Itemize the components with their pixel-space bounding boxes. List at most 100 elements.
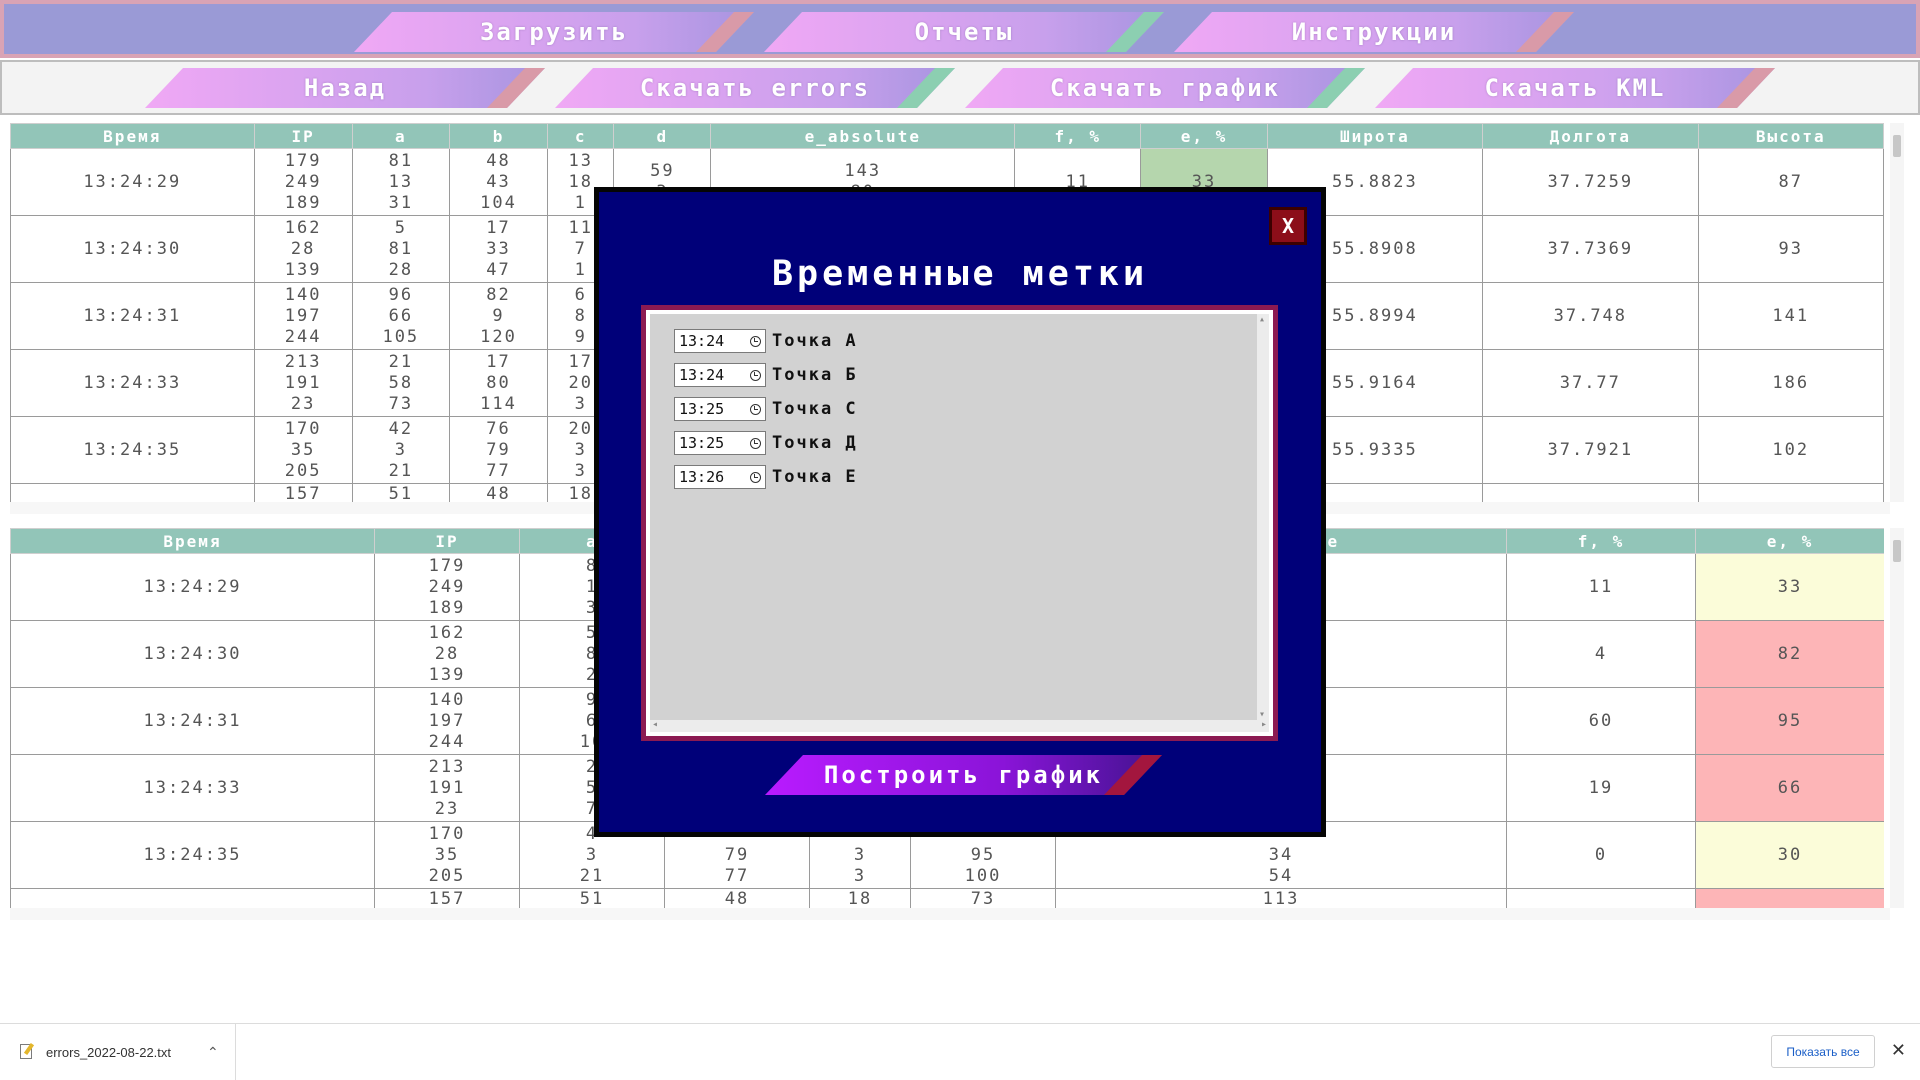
column-header: IP	[253, 123, 353, 149]
top-nav-bar: Загрузить Отчеты Инструкции	[0, 0, 1920, 58]
clock-icon[interactable]	[750, 437, 761, 449]
table-cell: 13:24:29	[10, 148, 255, 216]
time-value: 13:24	[679, 332, 725, 350]
table-cell: 73	[910, 888, 1056, 908]
clock-icon[interactable]	[750, 335, 761, 347]
column-header: e_absolute	[710, 123, 1016, 149]
timepoint-label: Точка А	[772, 331, 858, 351]
chevron-up-icon[interactable]: ⌃	[207, 1044, 219, 1061]
column-header: Широта	[1266, 123, 1484, 149]
table-cell: 13:24:30	[10, 215, 255, 283]
table-cell: 170 35 205	[374, 821, 520, 889]
table-bottom-horizontal-scrollbar[interactable]	[10, 908, 1890, 920]
table-cell: 48	[448, 483, 549, 502]
nav-second-button-1[interactable]: Назад	[145, 68, 545, 108]
nav-second-button-label: Скачать график	[1049, 74, 1281, 102]
column-header: f, %	[1014, 123, 1142, 149]
nav-top-button-3[interactable]: Инструкции	[1174, 12, 1574, 52]
time-value: 13:25	[679, 434, 725, 452]
table-cell: 30	[1695, 821, 1884, 889]
table-cell: 60	[1506, 687, 1696, 755]
column-header: f, %	[1506, 528, 1696, 554]
time-value: 13:25	[679, 400, 725, 418]
table-cell	[10, 483, 255, 502]
table-cell: 13:24:29	[10, 553, 375, 621]
table-cell: 81 13 31	[351, 148, 450, 216]
downloads-bar: errors_2022-08-22.txt ⌃ Показать все ✕	[0, 1023, 1920, 1080]
nav-second-button-2[interactable]: Скачать errors	[555, 68, 955, 108]
table-cell: 19	[1506, 754, 1696, 822]
table-cell: 37.7369	[1482, 215, 1699, 283]
table-bottom-vertical-scrollbar[interactable]	[1890, 528, 1904, 908]
table-cell: 82	[1695, 620, 1884, 688]
time-input[interactable]: 13:26	[674, 465, 766, 489]
table-cell: 179 249 189	[374, 553, 520, 621]
table-cell: 113	[1055, 888, 1507, 908]
table-cell	[1482, 483, 1699, 502]
table-cell: 96 66 105	[351, 282, 450, 350]
table-cell	[10, 888, 375, 908]
secondary-nav-bar: Назад Скачать errors Скачать график Скачать…	[0, 60, 1920, 115]
close-downloads-bar-icon[interactable]: ✕	[1891, 1040, 1906, 1061]
column-header: Время	[10, 528, 375, 554]
time-value: 13:26	[679, 468, 725, 486]
timepoints-horizontal-scrollbar[interactable]: ◂ ▸	[650, 719, 1269, 732]
build-chart-button[interactable]: Построить график	[765, 755, 1162, 795]
table-cell: 13:24:33	[10, 349, 255, 417]
nav-top-button-label: Инструкции	[1291, 18, 1457, 46]
scroll-up-icon[interactable]: ▴	[1259, 314, 1265, 325]
timepoint-label: Точка Б	[772, 365, 858, 385]
timestamps-modal: X Временные метки 13:24 Точка А 13:24 Точка…	[594, 187, 1326, 837]
time-input[interactable]: 13:24	[674, 329, 766, 353]
column-header: Высота	[1697, 123, 1884, 149]
time-input[interactable]: 13:24	[674, 363, 766, 387]
table-cell: 4	[1506, 620, 1696, 688]
table-cell: 157	[374, 888, 520, 908]
timepoint-row: 13:25 Точка С	[674, 396, 858, 422]
scroll-left-icon[interactable]: ◂	[652, 719, 658, 730]
clock-icon[interactable]	[750, 403, 761, 415]
modal-close-button[interactable]: X	[1269, 207, 1307, 245]
nav-top-button-2[interactable]: Отчеты	[764, 12, 1164, 52]
table-cell	[1506, 888, 1696, 908]
table-top-vertical-scrollbar[interactable]	[1890, 123, 1904, 502]
table-cell: 95	[1695, 687, 1884, 755]
timepoint-row: 13:24 Точка Б	[674, 362, 858, 388]
column-header: a	[351, 123, 450, 149]
time-input[interactable]: 13:25	[674, 397, 766, 421]
table-cell: 66	[1695, 754, 1884, 822]
show-all-downloads-button[interactable]: Показать все	[1771, 1035, 1875, 1068]
nav-second-button-3[interactable]: Скачать график	[965, 68, 1365, 108]
timepoint-row: 13:24 Точка А	[674, 328, 858, 354]
column-header: d	[613, 123, 712, 149]
table-cell: 21 58 73	[351, 349, 450, 417]
table-cell: 17 80 114	[448, 349, 549, 417]
scroll-right-icon[interactable]: ▸	[1261, 719, 1267, 730]
table-cell: 179 249 189	[253, 148, 353, 216]
modal-title: Временные метки	[771, 254, 1149, 294]
clock-icon[interactable]	[750, 471, 761, 483]
table-cell: 13:24:33	[10, 754, 375, 822]
nav-second-button-label: Назад	[303, 74, 387, 102]
table-cell: 37.7921	[1482, 416, 1699, 484]
column-header: Время	[10, 123, 255, 149]
nav-second-button-4[interactable]: Скачать KML	[1375, 68, 1775, 108]
timepoints-list: 13:24 Точка А 13:24 Точка Б 13:25 Точка С 13:2…	[641, 305, 1278, 741]
clock-icon[interactable]	[750, 369, 761, 381]
table-cell: 102	[1697, 416, 1884, 484]
table-cell: 213 191 23	[374, 754, 520, 822]
table-cell: 213 191 23	[253, 349, 353, 417]
table-cell: 82 9 120	[448, 282, 549, 350]
timepoints-vertical-scrollbar[interactable]: ▴ ▾	[1257, 314, 1269, 720]
table-cell: 162 28 139	[374, 620, 520, 688]
table-cell: 5 81 28	[351, 215, 450, 283]
column-header: b	[448, 123, 549, 149]
time-input[interactable]: 13:25	[674, 431, 766, 455]
table-row: 157 51 48 18 73 113	[10, 888, 1884, 908]
download-item[interactable]: errors_2022-08-22.txt ⌃	[0, 1024, 236, 1080]
nav-top-button-1[interactable]: Загрузить	[354, 12, 754, 52]
table-cell: 186	[1697, 349, 1884, 417]
timepoint-label: Точка Д	[772, 433, 858, 453]
table-cell: 51	[519, 888, 665, 908]
timepoint-label: Точка Е	[772, 467, 858, 487]
